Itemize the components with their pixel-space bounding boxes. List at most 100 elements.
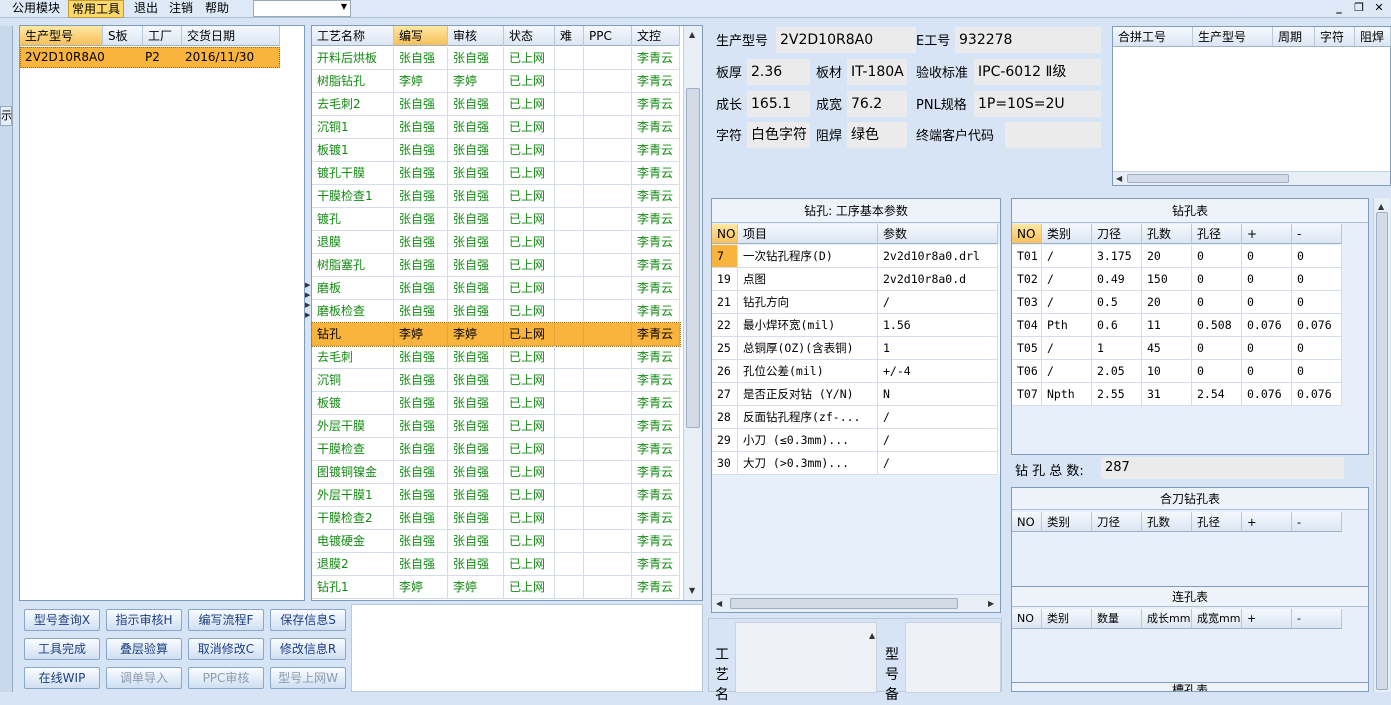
length-field[interactable]: 165.1 (747, 91, 810, 117)
scroll-right-icon[interactable]: ▶ (988, 599, 994, 608)
drill-total-field[interactable]: 287 (1101, 457, 1344, 479)
scroll-up-icon[interactable]: ▲ (689, 30, 695, 39)
action-button[interactable]: 型号查询X (24, 609, 100, 631)
table-row[interactable]: 钻孔1 李婷 李婷 已上网 李青云 (312, 576, 680, 599)
table-row[interactable]: 磨板 张自强 张自强 已上网 李青云 (312, 277, 680, 300)
table-row[interactable]: 28 反面钻孔程序(zf-... / (712, 406, 1000, 429)
grid-header[interactable]: - (1292, 609, 1342, 629)
grid-header[interactable]: PPC (584, 26, 632, 46)
grid-header[interactable]: 文控 (632, 26, 680, 46)
menu-exit[interactable]: 退出 (131, 0, 161, 18)
table-row[interactable]: 22 最小焊环宽(mil) 1.56 (712, 314, 1000, 337)
eno-field[interactable]: 932278 (955, 27, 1101, 53)
scroll-thumb[interactable] (1376, 212, 1388, 690)
grid-header[interactable]: 类别 (1042, 224, 1092, 244)
process-remark-box[interactable]: ▲ (735, 622, 877, 693)
grid-header[interactable]: - (1292, 512, 1342, 532)
scroll-down-icon[interactable]: ▼ (689, 586, 695, 595)
right-scrollbar[interactable]: ▲ (1373, 198, 1390, 692)
action-button[interactable]: 调单导入 (106, 667, 182, 689)
table-row[interactable]: 30 大刀 (>0.3mm)... / (712, 452, 1000, 475)
model-field[interactable]: 2V2D10R8A0 (776, 27, 916, 53)
scroll-thumb[interactable] (686, 88, 700, 428)
grid-header[interactable]: 编写 (394, 26, 448, 46)
action-button[interactable]: 型号上网W (270, 667, 346, 689)
grid-header[interactable]: 周期 (1273, 27, 1315, 47)
table-row[interactable]: 2V2D10R8A0 P2 2016/11/30 (20, 47, 280, 68)
table-row[interactable]: 外层干膜1 张自强 张自强 已上网 李青云 (312, 484, 680, 507)
table-row[interactable]: T02/0.49 150 0 0 0 (1012, 268, 1342, 291)
table-row[interactable]: 沉铜 张自强 张自强 已上网 李青云 (312, 369, 680, 392)
grid-header[interactable]: 孔数 (1142, 512, 1192, 532)
table-row[interactable]: 19 点图 2v2d10r8a0.d (712, 268, 1000, 291)
scroll-thumb[interactable] (730, 598, 958, 609)
minimize-icon[interactable]: _ (1331, 1, 1347, 14)
table-row[interactable]: 树脂塞孔 张自强 张自强 已上网 李青云 (312, 254, 680, 277)
table-row[interactable]: 板镀 张自强 张自强 已上网 李青云 (312, 392, 680, 415)
grid-header[interactable]: NO (1012, 512, 1042, 532)
table-row[interactable]: T03/0.5 20 0 0 0 (1012, 291, 1342, 314)
grid-header[interactable]: 审核 (448, 26, 504, 46)
grid-header[interactable]: NO (1012, 224, 1042, 244)
action-button[interactable]: 编写流程F (188, 609, 264, 631)
grid-header[interactable]: 刀径 (1092, 224, 1142, 244)
table-row[interactable]: 图镀铜镍金 张自强 张自强 已上网 李青云 (312, 461, 680, 484)
material-field[interactable]: IT-180A (847, 59, 907, 85)
grid-header[interactable]: 字符 (1315, 27, 1355, 47)
grid-header[interactable]: NO (1012, 609, 1042, 629)
table-row[interactable]: 干膜检查1 张自强 张自强 已上网 李青云 (312, 185, 680, 208)
table-row[interactable]: 树脂钻孔 李婷 李婷 已上网 李青云 (312, 70, 680, 93)
grid-header[interactable]: 参数 (878, 224, 998, 244)
standard-field[interactable]: IPC-6012 Ⅱ级 (974, 59, 1101, 85)
grid-header[interactable]: 成宽mm (1192, 609, 1242, 629)
scroll-up-icon[interactable]: ▲ (869, 631, 875, 640)
grid-header[interactable]: 成长mm (1142, 609, 1192, 629)
menu-logout[interactable]: 注销 (166, 0, 196, 18)
table-row[interactable]: 开料后烘板 张自强 张自强 已上网 李青云 (312, 47, 680, 70)
table-row[interactable]: 退膜 张自强 张自强 已上网 李青云 (312, 231, 680, 254)
toolbar-combo[interactable]: ▼ (253, 0, 351, 17)
action-button[interactable]: 修改信息R (270, 638, 346, 660)
grid-header[interactable]: 工厂 (143, 26, 182, 46)
action-button[interactable]: 工具完成 (24, 638, 100, 660)
table-row[interactable]: 25 总铜厚(OZ)(含表铜) 1 (712, 337, 1000, 360)
table-row[interactable]: 镀孔干膜 张自强 张自强 已上网 李青云 (312, 162, 680, 185)
scroll-thumb[interactable] (1127, 174, 1289, 183)
table-row[interactable]: T07 Npth 2.55 31 2.54 0.076 0.076 (1012, 383, 1342, 406)
menu-public-module[interactable]: 公用模块 (9, 0, 63, 18)
action-button[interactable]: 取消修改C (188, 638, 264, 660)
action-button[interactable]: PPC审核 (188, 667, 264, 689)
table-row[interactable]: 干膜检查2 张自强 张自强 已上网 李青云 (312, 507, 680, 530)
table-row[interactable]: T04 Pth 0.6 11 0.508 0.076 0.076 (1012, 314, 1342, 337)
table-row[interactable]: T01/3.175 20 0 0 0 (1012, 245, 1342, 268)
table-row[interactable]: 7 一次钻孔程序(D) 2v2d10r8a0.drl (712, 245, 1000, 268)
grid-header[interactable]: 交货日期 (182, 26, 280, 46)
char-field[interactable]: 白色字符 (747, 122, 810, 148)
splitter-arrows-icon[interactable]: ▶ ▶ ▶ ▶ (305, 280, 311, 340)
merge-hscroll[interactable]: ◀ (1113, 171, 1390, 185)
table-row[interactable]: 去毛刺 张自强 张自强 已上网 李青云 (312, 346, 680, 369)
action-button[interactable]: 保存信息S (270, 609, 346, 631)
table-row[interactable]: 去毛刺2 张自强 张自强 已上网 李青云 (312, 93, 680, 116)
table-row[interactable]: 磨板检查 张自强 张自强 已上网 李青云 (312, 300, 680, 323)
action-button[interactable]: 在线WIP (24, 667, 100, 689)
grid-header[interactable]: 生产型号 (20, 26, 103, 46)
table-row[interactable]: 电镀硬金 张自强 张自强 已上网 李青云 (312, 530, 680, 553)
menu-help[interactable]: 帮助 (202, 0, 232, 18)
grid-header[interactable]: + (1242, 512, 1292, 532)
grid-header[interactable]: 孔径 (1192, 224, 1242, 244)
pnl-field[interactable]: 1P=10S=2U (974, 91, 1101, 117)
table-row[interactable]: 29 小刀 (≤0.3mm)... / (712, 429, 1000, 452)
mask-field[interactable]: 绿色 (847, 122, 907, 148)
grid-header[interactable]: NO (712, 224, 738, 244)
table-row[interactable]: 干膜检查 张自强 张自强 已上网 李青云 (312, 438, 680, 461)
grid-header[interactable]: 类别 (1042, 609, 1092, 629)
table-row[interactable]: T06/2.05 10 0 0 0 (1012, 360, 1342, 383)
left-sidebar[interactable]: 示 (0, 26, 13, 692)
table-row[interactable]: T05/1 45 0 0 0 (1012, 337, 1342, 360)
action-button[interactable]: 叠层验算 (106, 638, 182, 660)
menu-common-tools[interactable]: 常用工具 (68, 0, 125, 18)
grid-header[interactable]: 阻焊 (1355, 27, 1391, 47)
grid-header[interactable]: 合拼工号 (1113, 27, 1193, 47)
grid-header[interactable]: 孔数 (1142, 224, 1192, 244)
